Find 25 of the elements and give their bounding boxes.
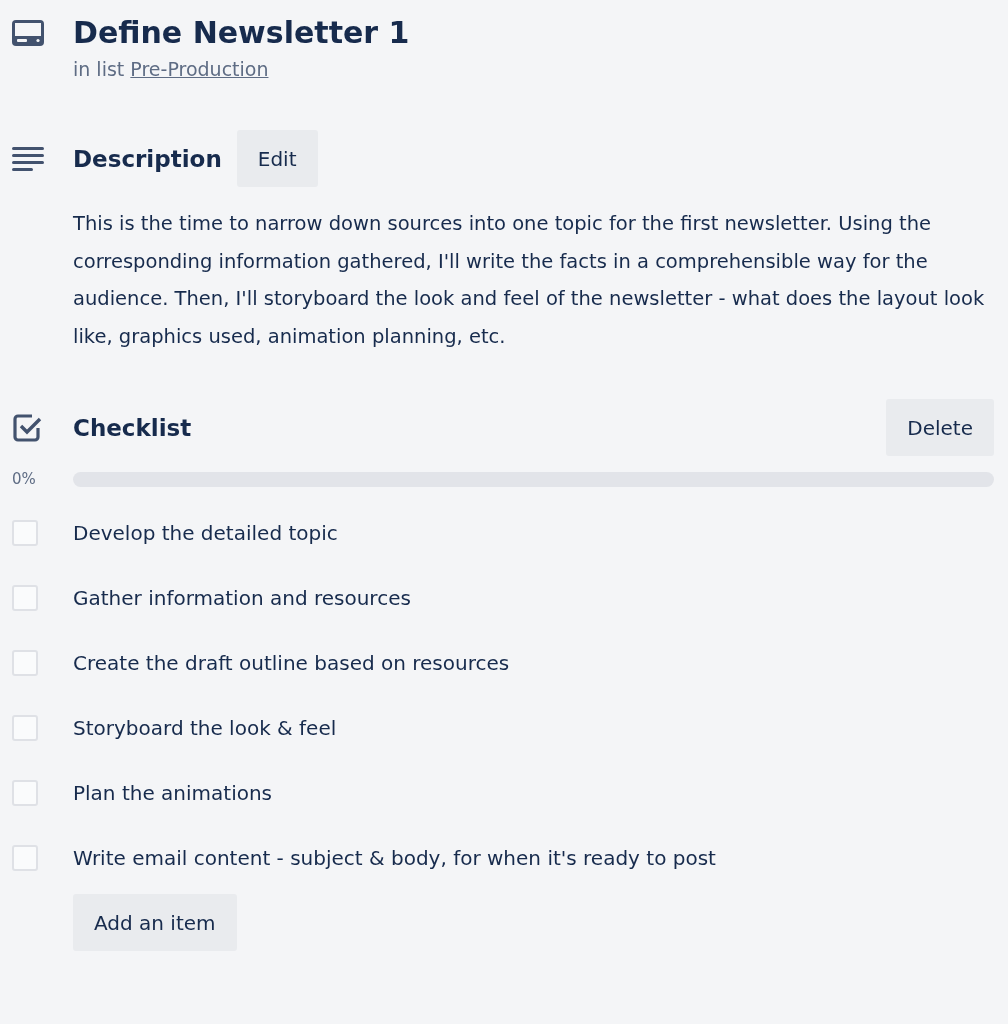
list-label: in list <box>73 58 125 80</box>
checkbox[interactable] <box>12 714 38 741</box>
list-link[interactable]: Pre-Production <box>130 58 269 80</box>
checklist-item: Write email content - subject & body, for when it's ready to post <box>73 845 717 870</box>
checklist-item: Create the draft outline based on resources <box>73 650 511 675</box>
card-title: Define Newsletter 1 <box>73 14 411 52</box>
checkbox[interactable] <box>12 519 38 546</box>
checklist-item: Plan the animations <box>73 780 274 805</box>
add-item-button[interactable]: Add an item <box>73 894 237 951</box>
edit-button[interactable]: Edit <box>236 130 318 187</box>
delete-button[interactable]: Delete <box>886 399 994 456</box>
checkbox[interactable] <box>12 649 38 676</box>
section-heading: Description <box>73 145 222 172</box>
checklist-item: Gather information and resources <box>73 585 412 610</box>
card-icon <box>12 20 44 46</box>
checkbox-icon <box>12 412 42 443</box>
checklist-item: Develop the detailed topic <box>73 520 339 545</box>
description-icon <box>12 146 44 171</box>
checkbox[interactable] <box>12 844 38 871</box>
progress-percent: 0% <box>12 470 37 488</box>
description-text: This is the time to narrow down sources into one topic for the first newsletter. Using the corresponding information gathered, I'll write the facts in a comprehensible way for the audience. Then, I'll storyboard the look and feel of the newsletter - what does the layout look like, graphics used, animation planning, etc. <box>73 211 986 350</box>
checklist-item: Storyboard the look & feel <box>73 715 338 740</box>
checkbox[interactable] <box>12 779 38 806</box>
checkbox[interactable] <box>12 584 38 611</box>
section-heading: Checklist <box>73 414 192 441</box>
